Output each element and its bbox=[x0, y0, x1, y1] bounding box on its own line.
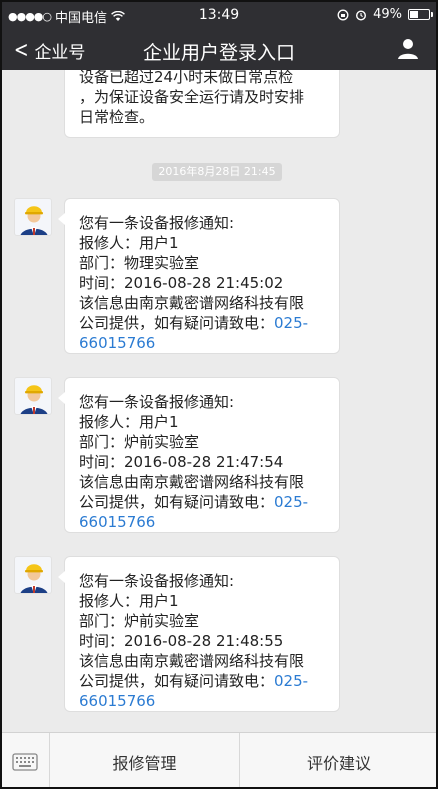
time-line: 时间：2016-08-28 21:48:55 bbox=[79, 632, 284, 650]
contact-prefix: 公司提供，如有疑问请致电： bbox=[79, 314, 275, 332]
phone-link[interactable]: 025- bbox=[274, 314, 308, 332]
avatar[interactable] bbox=[14, 198, 52, 236]
phone-link[interactable]: 66015766 bbox=[79, 512, 325, 532]
provider-line: 该信息由南京戴密谱网络科技有限 bbox=[79, 652, 305, 670]
contact-line: 公司提供，如有疑问请致电：025- bbox=[79, 492, 325, 512]
menu-feedback[interactable]: 评价建议 bbox=[240, 733, 438, 789]
time-line: 时间：2016-08-28 21:47:54 bbox=[79, 453, 284, 471]
department-line: 部门：物理实验室 bbox=[79, 254, 200, 272]
department-line: 部门：炉前实验室 bbox=[79, 612, 200, 630]
keyboard-icon bbox=[11, 752, 38, 771]
worker-avatar-icon bbox=[20, 385, 48, 414]
reporter-line: 报修人：用户1 bbox=[79, 234, 179, 252]
contact-line: 公司提供，如有疑问请致电：025- bbox=[79, 671, 325, 691]
notification-message-bubble: 您有一条设备报修通知: 报修人：用户1 部门：炉前实验室 时间：2016-08-… bbox=[58, 556, 340, 712]
previous-message-bubble: 设备已超过24小时未做日常点检 ，为保证设备安全运行请及时安排 日常检查。 bbox=[64, 70, 340, 138]
alarm-icon bbox=[356, 9, 367, 21]
provider-line: 该信息由南京戴密谱网络科技有限 bbox=[79, 473, 305, 491]
bottom-menu-bar: 报修管理 评价建议 bbox=[0, 732, 438, 789]
keyboard-toggle-button[interactable] bbox=[0, 733, 50, 789]
department-line: 部门：炉前实验室 bbox=[79, 433, 200, 451]
phone-link[interactable]: 66015766 bbox=[79, 333, 325, 353]
message-line: 日常检查。 bbox=[79, 108, 155, 126]
time-line: 时间：2016-08-28 21:45:02 bbox=[79, 274, 284, 292]
contact-prefix: 公司提供，如有疑问请致电： bbox=[79, 493, 275, 511]
nav-bar: < 企业号 企业用户登录入口 bbox=[0, 30, 438, 70]
notification-message-bubble: 您有一条设备报修通知: 报修人：用户1 部门：物理实验室 时间：2016-08-… bbox=[58, 198, 340, 354]
battery-icon bbox=[408, 9, 433, 20]
page-title: 企业用户登录入口 bbox=[142, 42, 295, 64]
message-line: ，为保证设备安全运行请及时安排 bbox=[79, 88, 305, 106]
user-icon[interactable] bbox=[396, 37, 420, 61]
time-divider: 2016年8月28日 21:45 bbox=[152, 163, 282, 181]
reporter-line: 报修人：用户1 bbox=[79, 592, 179, 610]
message-header: 您有一条设备报修通知: bbox=[79, 393, 235, 411]
rotation-lock-icon bbox=[337, 9, 349, 20]
message-header: 您有一条设备报修通知: bbox=[79, 572, 235, 590]
chat-area[interactable]: 设备已超过24小时未做日常点检 ，为保证设备安全运行请及时安排 日常检查。 20… bbox=[0, 70, 438, 732]
worker-avatar-icon bbox=[20, 206, 48, 235]
message-header: 您有一条设备报修通知: bbox=[79, 214, 235, 232]
provider-line: 该信息由南京戴密谱网络科技有限 bbox=[79, 294, 305, 312]
phone-link[interactable]: 025- bbox=[274, 672, 308, 690]
status-bar: ●●●●○ 中国电信 13:49 49% bbox=[0, 0, 438, 30]
battery-percent: 49% bbox=[373, 7, 402, 22]
phone-link[interactable]: 66015766 bbox=[79, 691, 325, 711]
message-line: 设备已超过24小时未做日常点检 bbox=[79, 70, 294, 86]
contact-prefix: 公司提供，如有疑问请致电： bbox=[79, 672, 275, 690]
phone-link[interactable]: 025- bbox=[274, 493, 308, 511]
notification-message-bubble: 您有一条设备报修通知: 报修人：用户1 部门：炉前实验室 时间：2016-08-… bbox=[58, 377, 340, 533]
contact-line: 公司提供，如有疑问请致电：025- bbox=[79, 313, 325, 333]
worker-avatar-icon bbox=[20, 564, 48, 593]
avatar[interactable] bbox=[14, 556, 52, 594]
avatar[interactable] bbox=[14, 377, 52, 415]
menu-repair-management[interactable]: 报修管理 bbox=[50, 733, 240, 789]
reporter-line: 报修人：用户1 bbox=[79, 413, 179, 431]
